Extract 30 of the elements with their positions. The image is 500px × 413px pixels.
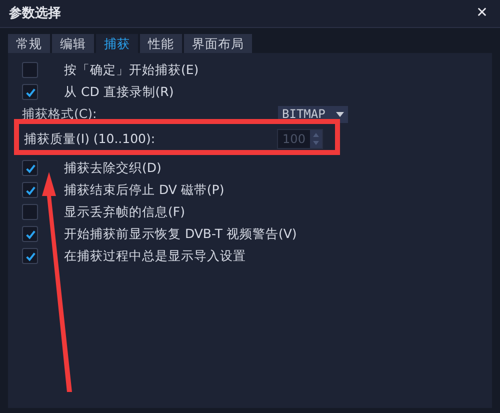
tab[interactable]: 性能 — [140, 34, 182, 53]
checkbox[interactable] — [22, 182, 38, 198]
checkmark-icon — [24, 184, 36, 196]
checkbox-label: 按「确定」开始捕获(E) — [64, 60, 199, 79]
checkbox-label: 从 CD 直接录制(R) — [64, 82, 174, 101]
checkmark-icon — [24, 86, 36, 98]
checkbox-label: 捕获去除交织(D) — [64, 158, 162, 177]
checkbox[interactable] — [22, 160, 38, 176]
checkbox[interactable] — [22, 248, 38, 264]
close-button[interactable]: ✕ — [473, 3, 491, 24]
checkbox[interactable] — [22, 204, 38, 220]
spin-arrows-icon — [310, 130, 322, 148]
window-title: 参数选择 — [9, 4, 61, 23]
checkmark-icon — [24, 162, 36, 174]
tab[interactable]: 界面布局 — [184, 34, 252, 53]
tab[interactable]: 编辑 — [52, 34, 94, 53]
checkmark-icon — [24, 250, 36, 262]
checkbox-label: 在捕获过程中总是显示导入设置 — [64, 246, 246, 265]
checkbox-label: 捕获结束后停止 DV 磁带(P) — [64, 180, 224, 199]
tab[interactable]: 常规 — [8, 34, 50, 53]
format-label: 捕获格式(C): — [22, 104, 97, 123]
tab[interactable]: 捕获 — [96, 34, 138, 53]
quality-label: 捕获质量(I) (10..100): — [24, 130, 156, 148]
checkbox[interactable] — [22, 62, 38, 78]
dropdown-arrow-icon — [336, 112, 344, 116]
checkbox-label: 开始捕获前显示恢复 DVB-T 视频警告(V) — [64, 224, 297, 243]
checkmark-icon — [24, 228, 36, 240]
checkbox-label: 显示丢弃帧的信息(F) — [64, 202, 185, 221]
checkbox[interactable] — [22, 84, 38, 100]
checkbox[interactable] — [22, 226, 38, 242]
